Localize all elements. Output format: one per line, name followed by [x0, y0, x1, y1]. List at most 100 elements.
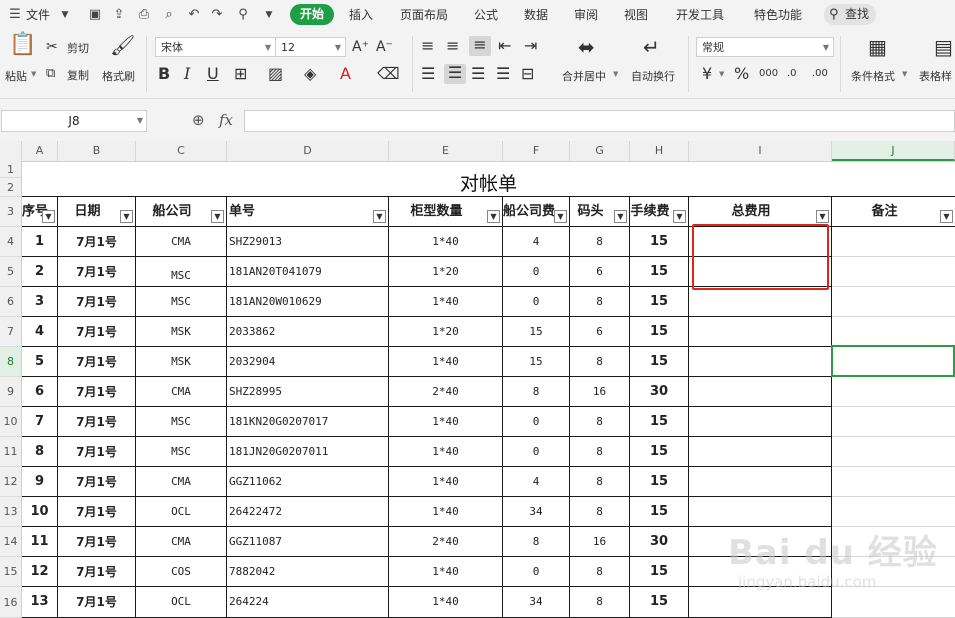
- cell-style-icon[interactable]: ▨: [268, 65, 283, 83]
- column-header-c[interactable]: C: [136, 141, 227, 161]
- merge-center-button[interactable]: 合并居中: [562, 68, 606, 84]
- table-cell[interactable]: 1*40: [389, 407, 503, 437]
- wrap-text-icon[interactable]: ↵: [643, 37, 660, 57]
- table-cell[interactable]: MSC: [136, 407, 227, 437]
- hamburger-menu-icon[interactable]: ☰: [6, 6, 24, 24]
- table-cell[interactable]: 11: [22, 527, 58, 557]
- total-fee-cell[interactable]: [689, 407, 832, 437]
- table-cell[interactable]: 8: [570, 347, 630, 377]
- chevron-down-icon[interactable]: ▼: [902, 70, 907, 78]
- align-right-icon[interactable]: ☰: [471, 65, 485, 83]
- table-cell[interactable]: 7: [22, 407, 58, 437]
- fill-color-icon[interactable]: ◈: [304, 65, 316, 83]
- table-cell[interactable]: 1*40: [389, 557, 503, 587]
- table-cell[interactable]: 0: [503, 437, 570, 467]
- increase-decimal-button[interactable]: .0: [787, 65, 797, 83]
- table-cell[interactable]: 12: [22, 557, 58, 587]
- table-cell[interactable]: 8: [503, 527, 570, 557]
- table-style-icon[interactable]: ▤: [934, 37, 953, 57]
- align-middle-icon[interactable]: ≡: [446, 37, 459, 55]
- table-cell[interactable]: 1*40: [389, 287, 503, 317]
- table-cell[interactable]: 34: [503, 587, 570, 618]
- table-cell[interactable]: 6: [22, 377, 58, 407]
- save-icon[interactable]: ▣: [86, 6, 104, 24]
- table-cell[interactable]: CMA: [136, 467, 227, 497]
- remarks-cell[interactable]: [832, 497, 955, 527]
- table-cell[interactable]: 7月1号: [58, 437, 136, 467]
- table-cell[interactable]: MSK: [136, 317, 227, 347]
- table-cell[interactable]: 7月1号: [58, 497, 136, 527]
- table-cell[interactable]: 15: [503, 317, 570, 347]
- column-header-a[interactable]: A: [22, 141, 58, 161]
- total-fee-cell[interactable]: [689, 467, 832, 497]
- copy-icon[interactable]: ⧉: [46, 65, 55, 83]
- filter-dropdown-icon[interactable]: ▼: [211, 210, 224, 223]
- filter-dropdown-icon[interactable]: ▼: [816, 210, 829, 223]
- table-cell[interactable]: 8: [570, 437, 630, 467]
- table-cell[interactable]: 10: [22, 497, 58, 527]
- table-cell[interactable]: 26422472: [227, 497, 389, 527]
- bold-button[interactable]: B: [158, 65, 170, 83]
- tab-insert[interactable]: 插入: [349, 6, 373, 24]
- select-all-corner[interactable]: [0, 141, 22, 161]
- decrease-font-icon[interactable]: A⁻: [376, 38, 393, 56]
- align-top-icon[interactable]: ≡: [421, 37, 434, 55]
- table-cell[interactable]: 5: [22, 347, 58, 377]
- formula-input[interactable]: [244, 110, 955, 132]
- row-header-15[interactable]: 15: [0, 557, 21, 587]
- undo-icon[interactable]: ↶: [185, 6, 203, 24]
- table-cell[interactable]: 15: [630, 467, 689, 497]
- table-cell[interactable]: 8: [570, 407, 630, 437]
- table-cell[interactable]: SHZ29013: [227, 227, 389, 257]
- paste-icon[interactable]: 📋: [9, 34, 36, 56]
- table-cell[interactable]: MSC: [136, 437, 227, 467]
- table-cell[interactable]: 34: [503, 497, 570, 527]
- table-cell[interactable]: 8: [22, 437, 58, 467]
- table-cell[interactable]: 7月1号: [58, 227, 136, 257]
- filter-dropdown-icon[interactable]: ▼: [42, 210, 55, 223]
- table-cell[interactable]: 8: [570, 467, 630, 497]
- table-cell[interactable]: 7月1号: [58, 257, 136, 287]
- table-cell[interactable]: 0: [503, 257, 570, 287]
- wrap-text-button[interactable]: 自动换行: [631, 68, 675, 84]
- table-cell[interactable]: 1*40: [389, 587, 503, 618]
- table-cell[interactable]: 7月1号: [58, 347, 136, 377]
- table-cell[interactable]: 6: [570, 257, 630, 287]
- table-cell[interactable]: 7月1号: [58, 527, 136, 557]
- table-cell[interactable]: 4: [503, 467, 570, 497]
- row-header-8[interactable]: 8: [0, 347, 21, 377]
- italic-button[interactable]: I: [184, 65, 190, 83]
- table-cell[interactable]: 15: [630, 287, 689, 317]
- percent-button[interactable]: %: [734, 65, 749, 83]
- column-header-h[interactable]: H: [630, 141, 689, 161]
- column-header-d[interactable]: D: [227, 141, 389, 161]
- table-cell[interactable]: GGZ11087: [227, 527, 389, 557]
- table-cell[interactable]: 181AN20T041079: [227, 257, 389, 287]
- print-preview-icon[interactable]: ⌕: [160, 6, 178, 24]
- align-center-icon[interactable]: ☰: [444, 64, 466, 84]
- tab-review[interactable]: 审阅: [574, 6, 598, 24]
- table-cell[interactable]: 7月1号: [58, 587, 136, 618]
- table-cell[interactable]: 264224: [227, 587, 389, 618]
- copy-button[interactable]: 复制: [67, 67, 89, 83]
- row-header-1[interactable]: 1: [0, 161, 21, 178]
- chevron-down-icon[interactable]: ▼: [719, 70, 724, 78]
- row-header-9[interactable]: 9: [0, 377, 21, 407]
- remarks-cell[interactable]: [832, 287, 955, 317]
- row-header-14[interactable]: 14: [0, 527, 21, 557]
- table-cell[interactable]: 2032904: [227, 347, 389, 377]
- align-left-icon[interactable]: ☰: [421, 65, 435, 83]
- table-cell[interactable]: 6: [570, 317, 630, 347]
- table-cell[interactable]: 7月1号: [58, 377, 136, 407]
- table-cell[interactable]: 15: [630, 557, 689, 587]
- number-format-select[interactable]: 常规 ▼: [696, 37, 834, 57]
- table-cell[interactable]: 15: [630, 347, 689, 377]
- row-header-3[interactable]: 3: [0, 197, 21, 227]
- column-header-g[interactable]: G: [570, 141, 630, 161]
- merge-center-icon[interactable]: ⬌: [578, 37, 595, 57]
- table-cell[interactable]: 1: [22, 227, 58, 257]
- table-cell[interactable]: 1*40: [389, 347, 503, 377]
- column-header-j[interactable]: J: [832, 141, 955, 161]
- clear-format-icon[interactable]: ⌫: [377, 65, 400, 83]
- table-style-button[interactable]: 表格样: [919, 68, 952, 84]
